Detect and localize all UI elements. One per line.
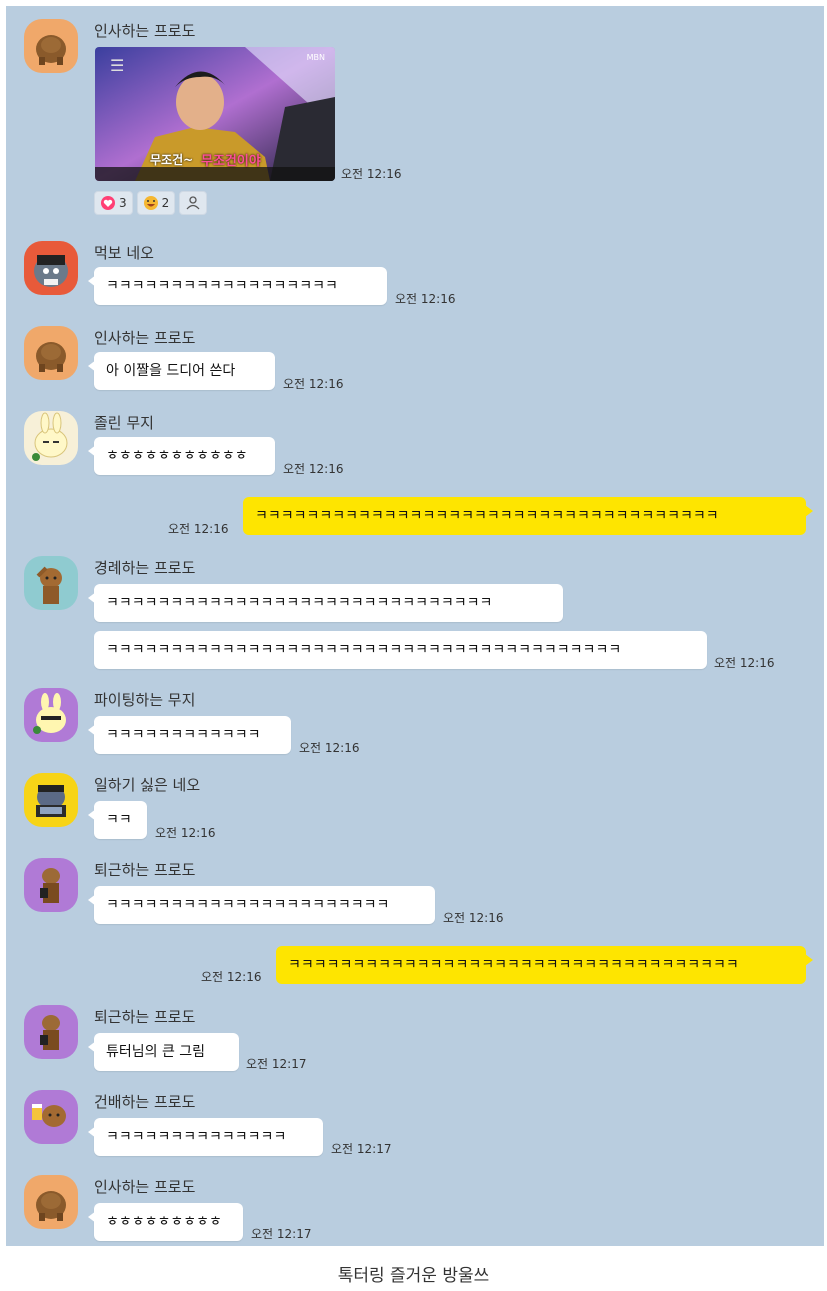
avatar-frodo-leaving[interactable] [24,1005,78,1059]
message-bubble[interactable]: 아 이짤을 드디어 쓴다 [88,352,275,390]
sender-name: 인사하는 프로도 [94,22,196,40]
neo-eating-icon [34,255,68,287]
sender-name: 인사하는 프로도 [94,329,196,347]
frodo-leaving-icon [40,1015,60,1050]
sender-name: 퇴근하는 프로도 [94,861,196,879]
sender-name: 일하기 싫은 네오 [94,776,201,794]
my-message-bubble[interactable]: ㅋㅋㅋㅋㅋㅋㅋㅋㅋㅋㅋㅋㅋㅋㅋㅋㅋㅋㅋㅋㅋㅋㅋㅋㅋㅋㅋㅋㅋㅋㅋㅋㅋㅋㅋㅋ [243,497,813,535]
reaction-count: 2 [161,196,170,210]
sender-name: 졸린 무지 [94,414,154,432]
frodo-cheers-icon [32,1104,66,1127]
message-time: 오전 12:17 [251,1227,312,1241]
channel-badge: MBN [306,53,325,62]
sender-name: 퇴근하는 프로도 [94,1008,196,1026]
sender-name: 건배하는 프로도 [94,1093,196,1111]
frodo-back-icon [36,35,66,65]
sender-name: 경례하는 프로도 [94,559,196,577]
message-bubble[interactable]: ㅎㅎㅎㅎㅎㅎㅎㅎㅎㅎㅎ [88,437,275,475]
image-caption-left: 무조건~ [150,153,194,167]
frodo-back-icon [36,1191,66,1221]
message-time: 오전 12:17 [246,1057,307,1071]
message-time: 오전 12:16 [155,826,216,840]
sender-name: 파이팅하는 무지 [94,691,196,709]
message-bubble[interactable]: ㅋㅋㅋㅋㅋㅋㅋㅋㅋㅋㅋㅋㅋㅋ [88,1118,323,1156]
avatar-frodo-cheers[interactable] [24,1090,78,1144]
message-bubble[interactable]: ㅋㅋㅋㅋㅋㅋㅋㅋㅋㅋㅋㅋㅋㅋㅋㅋㅋㅋㅋㅋㅋㅋㅋㅋㅋㅋㅋㅋㅋㅋ [88,584,563,622]
avatar-muzi-sleepy[interactable] [24,411,78,465]
message-bubble[interactable]: 튜터님의 큰 그림 [88,1033,239,1071]
laughing-face-icon [143,196,158,210]
avatar-frodo-greeting[interactable] [24,19,78,73]
frodo-salute-icon [36,566,62,604]
avatar-neo-glutton[interactable] [24,241,78,295]
message-time: 오전 12:16 [714,656,775,670]
muzi-sleepy-icon [32,412,68,461]
image-caption-right: 무조건이야 [201,154,261,169]
sender-name: 인사하는 프로도 [94,1178,196,1196]
muzi-fighting-icon [33,693,66,734]
message-time: 오전 12:16 [283,377,344,391]
message-bubble[interactable]: ㅋㅋ [88,801,147,839]
message-time: 오전 12:17 [331,1142,392,1156]
neo-laptop-icon [36,785,66,817]
avatar-frodo-leaving[interactable] [24,858,78,912]
message-time: 오전 12:16 [201,970,262,984]
message-bubble[interactable]: ㅋㅋㅋㅋㅋㅋㅋㅋㅋㅋㅋㅋ [88,716,291,754]
message-time: 오전 12:16 [299,741,360,755]
message-time: 오전 12:16 [168,522,229,536]
heart-icon [101,196,115,210]
message-time: 오전 12:16 [341,167,402,181]
person-icon [186,196,200,210]
add-reaction-button[interactable] [179,191,208,215]
frodo-back-icon [36,342,66,372]
message-time: 오전 12:16 [283,462,344,476]
message-time: 오전 12:16 [443,911,504,925]
frodo-leaving-icon [40,868,60,903]
message-time: 오전 12:16 [395,292,456,306]
image-caption: 톡터링 즐거운 방울쓰 [337,1266,490,1286]
avatar-frodo-salute[interactable] [24,556,78,610]
reaction-heart[interactable]: 3 [94,191,133,215]
reaction-bar: 3 2 [94,191,208,215]
avatar-muzi-fighting[interactable] [24,688,78,742]
reaction-laugh[interactable]: 2 [136,191,176,215]
avatar-frodo-greeting[interactable] [24,326,78,380]
message-bubble[interactable]: ㅎㅎㅎㅎㅎㅎㅎㅎㅎ [88,1203,243,1241]
sender-name: 먹보 네오 [94,244,154,262]
shared-image[interactable]: ☰ 무조건~ 무조건이야 MBN [95,47,335,181]
avatar-frodo-greeting[interactable] [24,1175,78,1229]
message-bubble[interactable]: ㅋㅋㅋㅋㅋㅋㅋㅋㅋㅋㅋㅋㅋㅋㅋㅋㅋㅋ [88,267,387,305]
chat-window[interactable]: 인사하는 프로도 ☰ 무조건~ 무조건이야 MBN 오전 12:16 3 2 먹… [6,6,824,1246]
reaction-count: 3 [119,196,127,210]
my-message-bubble[interactable]: ㅋㅋㅋㅋㅋㅋㅋㅋㅋㅋㅋㅋㅋㅋㅋㅋㅋㅋㅋㅋㅋㅋㅋㅋㅋㅋㅋㅋㅋㅋㅋㅋㅋㅋㅋ [276,946,813,984]
avatar-neo-tired[interactable] [24,773,78,827]
message-bubble[interactable]: ㅋㅋㅋㅋㅋㅋㅋㅋㅋㅋㅋㅋㅋㅋㅋㅋㅋㅋㅋㅋㅋㅋ [88,886,435,924]
message-bubble[interactable]: ㅋㅋㅋㅋㅋㅋㅋㅋㅋㅋㅋㅋㅋㅋㅋㅋㅋㅋㅋㅋㅋㅋㅋㅋㅋㅋㅋㅋㅋㅋㅋㅋㅋㅋㅋㅋㅋㅋㅋㅋ [94,631,707,669]
svg-text:☰: ☰ [110,56,124,75]
